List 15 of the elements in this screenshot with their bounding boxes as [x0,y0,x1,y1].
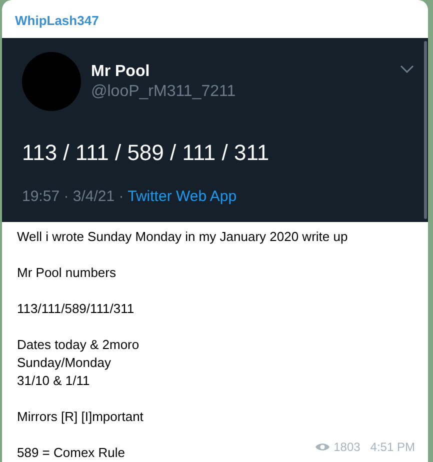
message-text: Mr Pool numbers [17,264,116,282]
eye-icon [314,442,330,452]
message-text: 113/111/589/111/311 [17,300,134,318]
tweet-author: Mr Pool [91,62,151,82]
message-text: 589 = Comex Rule [17,444,126,462]
sender-name[interactable]: WhipLash347 [15,13,99,28]
message-time: 4:51 PM [370,439,415,456]
tweet-meta: 19:57 · 3/4/21 · [22,188,125,205]
tweet-handle: @looP_rM311_7211 [91,82,236,102]
view-count: 1803 [334,439,360,456]
chevron-down-icon [400,65,414,73]
message-text: Well i wrote Sunday Monday in my January 2020 write up [17,228,348,246]
message-text: Mirrors [R] [I]mportant [17,408,144,426]
message-text: Dates today & 2moro Sunday/Monday 31/10 & 1/11 [17,336,140,390]
tweet-text: 113 / 111 / 589 / 111 / 311 [22,140,270,166]
